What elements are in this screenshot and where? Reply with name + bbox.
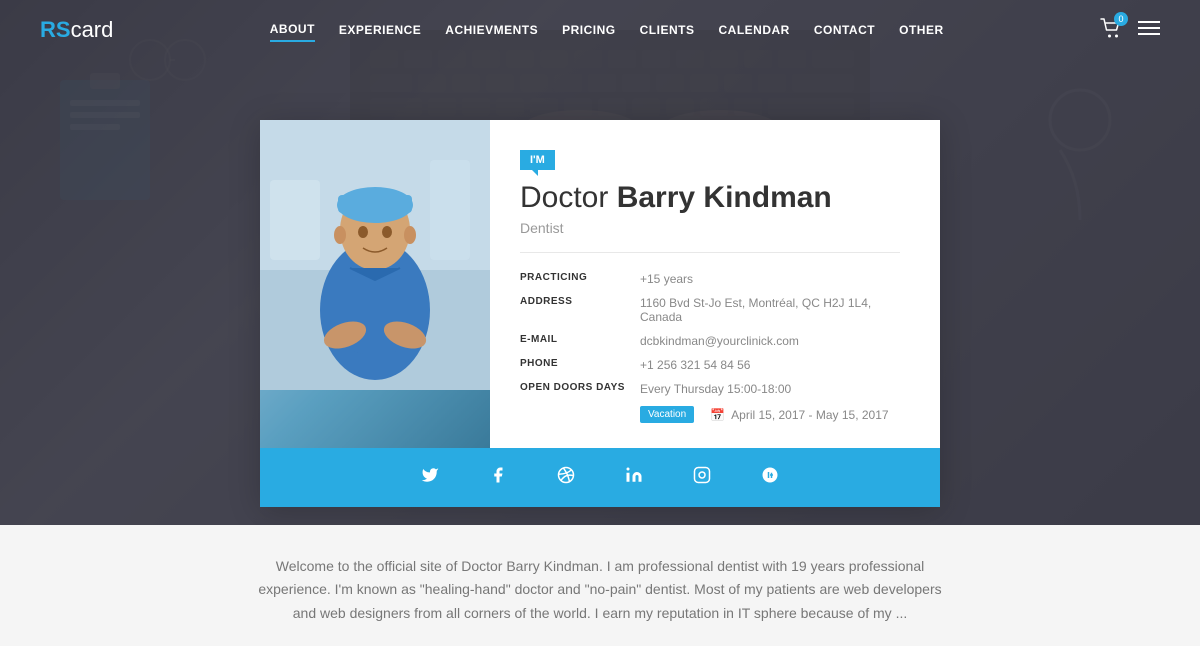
table-row: OPEN DOORS DAYS Every Thursday 15:00-18:… bbox=[520, 377, 900, 401]
card-content: I'M Doctor Barry Kindman Dentist PRACTIC… bbox=[260, 120, 940, 448]
divider bbox=[520, 252, 900, 253]
nav-calendar[interactable]: CALENDAR bbox=[718, 19, 789, 41]
logo: RS card bbox=[40, 17, 113, 43]
nav-experience[interactable]: EXPERIENCE bbox=[339, 19, 421, 41]
nav-contact[interactable]: CONTACT bbox=[814, 19, 875, 41]
label-practicing: PRACTICING bbox=[520, 267, 640, 291]
doctor-title: Dentist bbox=[520, 220, 900, 236]
profile-card: I'M Doctor Barry Kindman Dentist PRACTIC… bbox=[260, 120, 940, 507]
nav-about[interactable]: ABOUT bbox=[270, 18, 315, 42]
info-table: PRACTICING +15 years ADDRESS 1160 Bvd St… bbox=[520, 267, 900, 428]
doctor-image bbox=[260, 120, 490, 390]
calendar-icon: 📅 bbox=[710, 408, 725, 422]
card-info: I'M Doctor Barry Kindman Dentist PRACTIC… bbox=[490, 120, 940, 448]
logo-rs: RS bbox=[40, 17, 71, 43]
im-badge: I'M bbox=[520, 150, 555, 170]
nav-pricing[interactable]: PRICING bbox=[562, 19, 616, 41]
instagram-button[interactable] bbox=[693, 466, 711, 489]
table-row: PRACTICING +15 years bbox=[520, 267, 900, 291]
label-address: ADDRESS bbox=[520, 291, 640, 329]
hamburger-icon bbox=[1138, 20, 1160, 36]
main-nav: ABOUT EXPERIENCE ACHIEVMENTS PRICING CLI… bbox=[270, 18, 944, 42]
linkedin-button[interactable] bbox=[625, 466, 643, 489]
table-row: ADDRESS 1160 Bvd St-Jo Est, Montréal, QC… bbox=[520, 291, 900, 329]
header-icons: 0 bbox=[1100, 18, 1160, 43]
bio-text: Welcome to the official site of Doctor B… bbox=[250, 555, 950, 626]
nav-other[interactable]: OTHER bbox=[899, 19, 944, 41]
calendar-dates: 📅 April 15, 2017 - May 15, 2017 bbox=[710, 408, 888, 422]
menu-button[interactable] bbox=[1138, 19, 1160, 42]
header: RS card ABOUT EXPERIENCE ACHIEVMENTS PRI… bbox=[0, 0, 1200, 60]
cart-button[interactable]: 0 bbox=[1100, 18, 1122, 43]
vacation-row: Vacation 📅 April 15, 2017 - May 15, 2017 bbox=[640, 406, 900, 423]
doctor-name: Doctor Barry Kindman bbox=[520, 180, 900, 216]
facebook-button[interactable] bbox=[489, 466, 507, 489]
value-open-doors: Every Thursday 15:00-18:00 bbox=[640, 377, 900, 401]
googleplus-button[interactable] bbox=[761, 466, 779, 489]
value-phone: +1 256 321 54 84 56 bbox=[640, 353, 900, 377]
label-open-doors: OPEN DOORS DAYS bbox=[520, 377, 640, 401]
vacation-dates: April 15, 2017 - May 15, 2017 bbox=[731, 408, 888, 422]
nav-achievments[interactable]: ACHIEVMENTS bbox=[445, 19, 538, 41]
value-practicing: +15 years bbox=[640, 267, 900, 291]
value-vacation: Vacation 📅 April 15, 2017 - May 15, 2017 bbox=[640, 401, 900, 428]
logo-card: card bbox=[71, 17, 114, 43]
doctor-photo bbox=[260, 120, 490, 448]
bio-section: Welcome to the official site of Doctor B… bbox=[0, 525, 1200, 646]
value-email: dcbkindman@yourclinick.com bbox=[640, 329, 900, 353]
table-row: Vacation 📅 April 15, 2017 - May 15, 2017 bbox=[520, 401, 900, 428]
table-row: PHONE +1 256 321 54 84 56 bbox=[520, 353, 900, 377]
label-phone: PHONE bbox=[520, 353, 640, 377]
value-address: 1160 Bvd St-Jo Est, Montréal, QC H2J 1L4… bbox=[640, 291, 900, 329]
nav-clients[interactable]: CLIENTS bbox=[640, 19, 695, 41]
label-vacation bbox=[520, 401, 640, 428]
cart-badge: 0 bbox=[1114, 12, 1128, 26]
table-row: E-MAIL dcbkindman@yourclinick.com bbox=[520, 329, 900, 353]
dribbble-button[interactable] bbox=[557, 466, 575, 489]
social-bar bbox=[260, 448, 940, 507]
label-email: E-MAIL bbox=[520, 329, 640, 353]
vacation-badge: Vacation bbox=[640, 406, 694, 423]
twitter-button[interactable] bbox=[421, 466, 439, 489]
